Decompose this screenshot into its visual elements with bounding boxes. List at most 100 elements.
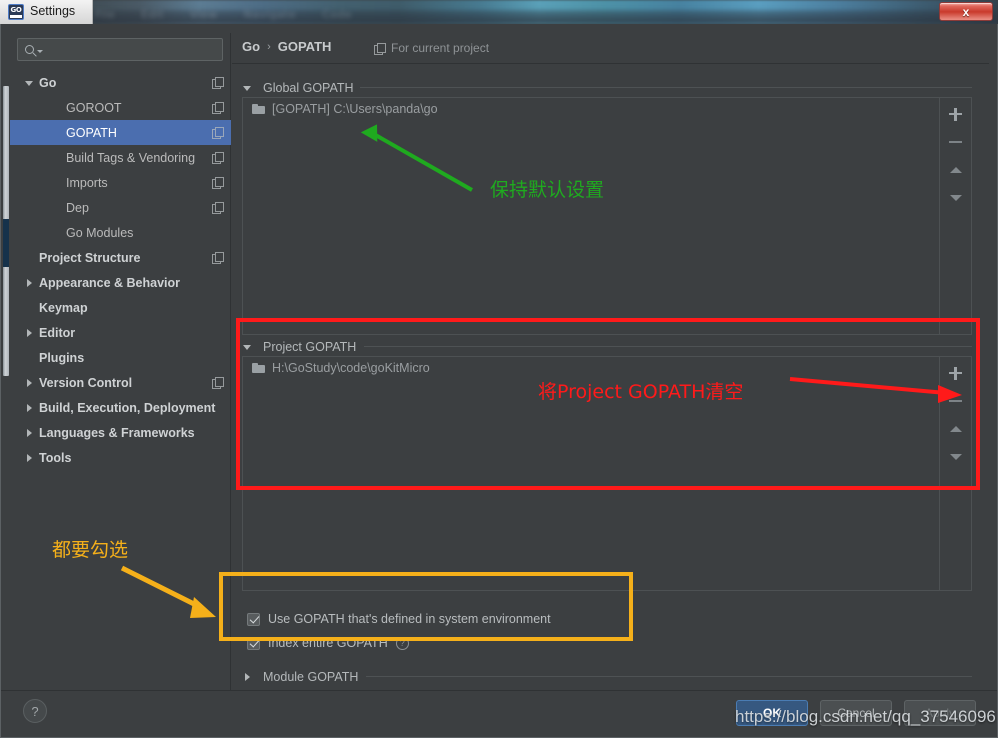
sidebar-item-label: Appearance & Behavior [39, 276, 223, 290]
copy-icon[interactable] [212, 202, 223, 213]
index-entire-gopath-checkbox[interactable] [247, 637, 260, 650]
project-gopath-row[interactable]: H:\GoStudy\code\goKitMicro [243, 357, 971, 379]
sidebar-item-tools[interactable]: Tools [10, 445, 231, 470]
use-system-gopath-checkbox[interactable] [247, 613, 260, 626]
copy-icon[interactable] [212, 77, 223, 88]
index-entire-gopath-row[interactable]: Index entire GOPATH ? [247, 636, 409, 650]
project-gopath-remove-button[interactable] [943, 390, 969, 412]
sidebar-item-label: GOPATH [66, 126, 212, 140]
sidebar-item-editor[interactable]: Editor [10, 320, 231, 345]
settings-sidebar: GoGOROOT GOPATH Build Tags & VendoringImpo… [10, 33, 231, 699]
folder-icon [252, 104, 265, 114]
header-divider [232, 63, 989, 64]
tree-indent-spacer [24, 127, 36, 139]
chevron-right-icon[interactable] [24, 427, 36, 439]
sidebar-item-version-control[interactable]: Version Control [10, 370, 231, 395]
help-icon[interactable]: ? [396, 637, 409, 650]
project-gopath-group-header[interactable]: Project GOPATH [242, 340, 356, 354]
search-box[interactable] [17, 38, 223, 61]
arrow-down-icon [950, 454, 962, 460]
project-gopath-move-up-button[interactable] [943, 418, 969, 440]
sidebar-item-build-tags-vendoring[interactable]: Build Tags & Vendoring [10, 145, 231, 170]
use-system-gopath-row[interactable]: Use GOPATH that's defined in system envi… [247, 612, 551, 626]
window-scrollbar-thumb[interactable] [3, 219, 9, 267]
sidebar-item-label: Tools [39, 451, 223, 465]
chevron-down-icon[interactable] [242, 82, 254, 94]
close-window-button[interactable]: x [939, 2, 993, 21]
sidebar-item-languages-frameworks[interactable]: Languages & Frameworks [10, 420, 231, 445]
red-annotation-text: 将Project GOPATH清空 [538, 377, 743, 404]
breadcrumb-parent[interactable]: Go [242, 39, 260, 54]
global-gopath-add-button[interactable] [943, 103, 969, 125]
chevron-right-icon[interactable] [24, 277, 36, 289]
sidebar-item-plugins[interactable]: Plugins [10, 345, 231, 370]
chevron-down-icon[interactable] [242, 341, 254, 353]
module-gopath-group-header[interactable]: Module GOPATH [242, 670, 358, 684]
chevron-right-icon[interactable] [24, 327, 36, 339]
sidebar-item-goroot[interactable]: GOROOT [10, 95, 231, 120]
arrow-down-icon [950, 195, 962, 201]
chevron-right-icon[interactable] [24, 377, 36, 389]
window-title: Settings [30, 4, 75, 18]
tree-indent-spacer [24, 202, 36, 214]
sidebar-item-imports[interactable]: Imports [10, 170, 231, 195]
sidebar-item-dep[interactable]: Dep [10, 195, 231, 220]
project-gopath-toolbar [939, 357, 971, 590]
copy-icon[interactable] [212, 152, 223, 163]
sidebar-item-label: Version Control [39, 376, 212, 390]
copy-icon[interactable] [212, 377, 223, 388]
goland-logo-icon: GO [8, 4, 24, 20]
sidebar-item-keymap[interactable]: Keymap [10, 295, 231, 320]
project-gopath-path: H:\GoStudy\code\goKitMicro [272, 361, 430, 375]
global-gopath-group-header[interactable]: Global GOPATH [242, 81, 354, 95]
dialog-body: GoGOROOTGOPATHBuild Tags & VendoringImpo… [0, 24, 998, 738]
copy-icon[interactable] [212, 177, 223, 188]
sidebar-item-build-execution-deployment[interactable]: Build, Execution, Deployment [10, 395, 231, 420]
yellow-annotation-text: 都要勾选 [52, 535, 128, 562]
chevron-right-icon[interactable] [242, 671, 254, 683]
sidebar-item-label: Project Structure [39, 251, 212, 265]
project-gopath-title: Project GOPATH [263, 340, 356, 354]
sidebar-item-go[interactable]: Go [10, 70, 231, 95]
chevron-right-icon[interactable] [24, 452, 36, 464]
global-gopath-panel: [GOPATH] C:\Users\panda\go [242, 97, 972, 335]
global-gopath-path: [GOPATH] C:\Users\panda\go [272, 102, 438, 116]
tree-indent-spacer [24, 302, 36, 314]
search-input[interactable] [47, 43, 207, 57]
project-gopath-move-down-button[interactable] [943, 446, 969, 468]
sidebar-item-project-structure[interactable]: Project Structure [10, 245, 231, 270]
project-gopath-add-button[interactable] [943, 362, 969, 384]
title-bar: GO Settings x [0, 0, 998, 24]
global-gopath-move-up-button[interactable] [943, 159, 969, 181]
tree-indent-spacer [24, 252, 36, 264]
green-annotation-text: 保持默认设置 [490, 175, 604, 202]
settings-tree: GoGOROOT GOPATH Build Tags & VendoringImpo… [10, 70, 231, 470]
breadcrumb-separator: › [267, 41, 271, 53]
settings-dialog: File Edit View Navigate Code GO Settings… [0, 0, 998, 738]
plus-icon [949, 367, 962, 380]
copy-icon[interactable] [212, 102, 223, 113]
minus-icon [949, 141, 962, 143]
sidebar-item-label: Plugins [39, 351, 223, 365]
breadcrumb: Go › GOPATH [242, 39, 331, 54]
watermark: https://blog.csdn.net/qq_37546096 [735, 707, 996, 727]
global-gopath-title: Global GOPATH [263, 81, 354, 95]
arrow-up-icon [950, 167, 962, 173]
help-button[interactable]: ? [23, 699, 47, 723]
copy-icon[interactable] [212, 252, 223, 263]
sidebar-item-appearance-behavior[interactable]: Appearance & Behavior [10, 270, 231, 295]
chevron-right-icon[interactable] [24, 402, 36, 414]
arrow-up-icon [950, 426, 962, 432]
copy-icon[interactable] [212, 127, 223, 138]
tree-indent-spacer [24, 227, 36, 239]
sidebar-item-gopath[interactable]: GOPATH [10, 120, 231, 145]
global-gopath-row[interactable]: [GOPATH] C:\Users\panda\go [243, 98, 971, 120]
global-gopath-move-down-button[interactable] [943, 187, 969, 209]
module-gopath-title: Module GOPATH [263, 670, 358, 684]
global-gopath-remove-button[interactable] [943, 131, 969, 153]
chevron-down-icon[interactable] [24, 77, 36, 89]
sidebar-item-go-modules[interactable]: Go Modules [10, 220, 231, 245]
global-gopath-rule [360, 87, 972, 88]
sidebar-item-label: Keymap [39, 301, 223, 315]
copy-icon [374, 43, 385, 54]
